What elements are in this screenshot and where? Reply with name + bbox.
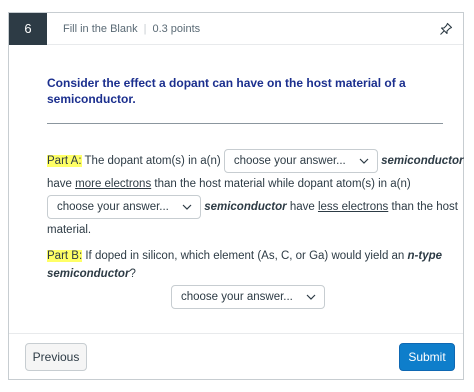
dropdown-part-b[interactable]: choose your answer... [171,285,325,309]
divider [47,123,443,124]
part-a-less-electrons: less electrons [317,201,389,214]
question-body: Part A: The dopant atom(s) in a(n) choos… [47,149,464,309]
previous-button[interactable]: Previous [25,343,87,371]
part-b-line-1: Part B: If doped in silicon, which eleme… [47,245,449,267]
question-footer: Previous Submit [9,333,463,380]
part-b-term-2: semiconductor [47,268,130,280]
part-a-text-4: have [286,201,318,214]
question-card: 6 Fill in the Blank 0.3 points Consider … [8,12,464,380]
question-header: 6 Fill in the Blank 0.3 points [9,12,463,45]
part-a-term-1: semiconductor [381,155,464,168]
question-prompt: Consider the effect a dopant can have on… [47,76,406,106]
pin-icon[interactable] [439,22,453,36]
part-a-line-1: Part A: The dopant atom(s) in a(n) choos… [47,149,464,173]
part-a-text-5: than the host [388,201,458,214]
question-points: 0.3 points [144,23,200,35]
part-a-more-electrons: more electrons [75,178,152,190]
part-b-line-2: semiconductor? [47,267,449,281]
part-a-text-6: material. [47,224,92,236]
dropdown-part-a-2[interactable]: choose your answer... [47,195,201,219]
part-a-label: Part A [47,155,79,168]
part-a-text-3: than the host material while dopant atom… [151,178,411,190]
dropdown-part-b-value: choose your answer... [181,291,293,303]
part-b-label: Part B [47,250,79,262]
part-a-line-3: choose your answer... semiconductor have… [47,195,458,219]
part-b-text-1: If doped in silicon, which element (As, … [82,250,408,262]
chevron-down-icon [306,294,316,300]
part-a-term-2: semiconductor [204,201,287,214]
part-a-line-2: have more electrons than the host materi… [47,173,449,195]
dropdown-part-a-1[interactable]: choose your answer... [223,149,378,173]
question-type: Fill in the Blank [63,22,138,35]
chevron-down-icon [182,204,192,210]
part-a-text-2: have [47,178,76,190]
part-a-line-4: material. [47,219,449,241]
dropdown-part-a-2-value: choose your answer... [57,201,169,213]
part-b-dropdown-row: choose your answer... [47,285,449,309]
part-a-text-1: The dopant atom(s) in a(n) [81,155,224,168]
submit-button[interactable]: Submit [399,343,455,371]
dropdown-part-a-1-value: choose your answer... [233,155,346,167]
part-b-text-2: ? [129,268,136,280]
part-b-term: n-type [407,250,443,262]
question-number: 6 [9,12,47,45]
chevron-down-icon [359,158,369,164]
